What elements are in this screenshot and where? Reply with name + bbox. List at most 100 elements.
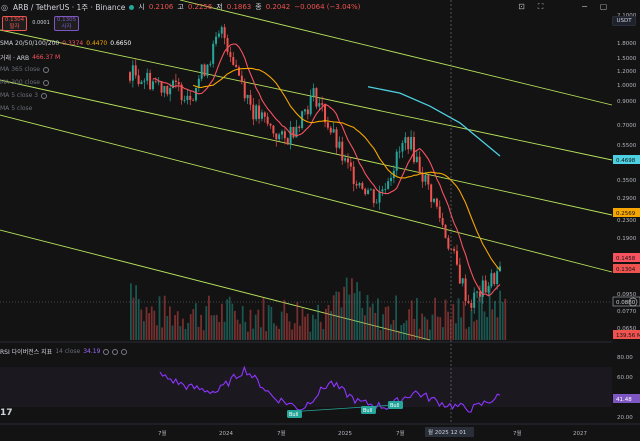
volume-bar — [241, 305, 244, 340]
candle-body — [255, 105, 258, 120]
volume-legend[interactable]: 거래 · ARB 466.37 M — [0, 53, 60, 62]
candle-body — [163, 85, 166, 93]
rsi-band — [0, 367, 612, 407]
rsi-params: 14 close — [55, 348, 81, 355]
volume-bar — [442, 327, 444, 340]
volume-bar — [301, 308, 304, 340]
ma300-legend[interactable]: MA 300 close — [0, 79, 50, 86]
candle-body — [306, 109, 309, 115]
candle-body — [410, 136, 413, 150]
volume-bar — [319, 321, 322, 340]
candle-body — [160, 81, 163, 93]
volume-bar — [210, 315, 213, 340]
candle-body — [369, 189, 372, 191]
maximize-icon[interactable]: ▢ — [599, 2, 608, 11]
volume-bar — [499, 290, 501, 340]
settings-icon[interactable] — [112, 348, 119, 355]
volume-bar — [275, 325, 278, 340]
ma365-legend[interactable]: MA 365 close — [0, 66, 50, 73]
buy-button[interactable]: 0.1305 사자 — [54, 16, 79, 31]
price-tick-label: 0.2300 — [617, 218, 637, 224]
volume-bar — [491, 309, 494, 340]
candle-body — [461, 278, 464, 284]
candle-body — [321, 103, 324, 105]
candle-body — [281, 131, 284, 135]
volume-bar — [371, 303, 374, 340]
sma20-value: 0.3374 — [62, 40, 84, 47]
volume-bar — [473, 321, 475, 340]
volume-bar — [400, 325, 403, 340]
currency-button[interactable]: USDT — [612, 16, 636, 26]
ma5-legend[interactable]: MA 5 close — [0, 105, 32, 112]
candle-body — [203, 64, 206, 76]
symbol-title[interactable]: ARB / TetherUS · 1주 · Binance — [13, 2, 125, 13]
volume-bar — [187, 322, 189, 340]
candle-body — [272, 125, 275, 134]
volume-bar — [340, 307, 343, 340]
volume-bar — [387, 306, 390, 340]
ma5-3-legend[interactable]: MA 5 close 3 — [0, 92, 48, 99]
volume-bar — [338, 291, 340, 340]
candle-body — [490, 273, 493, 287]
time-tick-label: 7월 — [277, 429, 286, 437]
volume-bar — [345, 277, 348, 340]
candle-body — [186, 95, 189, 101]
volume-bar — [447, 311, 449, 340]
candle-body — [263, 112, 266, 117]
volume-bar — [475, 319, 478, 340]
chart-canvas[interactable]: 2.10001.80001.50001.20001.00000.90000.70… — [0, 0, 640, 441]
price-tick-label: 1.8000 — [617, 41, 637, 47]
volume-bar — [478, 297, 481, 340]
volume-bar — [215, 314, 218, 340]
candle-body — [194, 87, 197, 101]
candle-body — [484, 280, 487, 293]
candle-body — [401, 143, 404, 152]
volume-bar — [169, 306, 171, 340]
candle-body — [387, 181, 390, 190]
volume-bar — [247, 331, 249, 340]
candle-body — [200, 64, 203, 79]
volume-bar — [314, 319, 317, 340]
candle-body — [240, 75, 243, 83]
volume-bar — [397, 330, 400, 340]
sma-legend[interactable]: SMA 20/50/100/200 0.3374 0.4470 0.6650 — [0, 40, 131, 47]
candle-body — [372, 189, 375, 203]
fullscreen-icon[interactable]: ⛶ — [536, 2, 545, 11]
camera-icon[interactable]: ⊡ — [517, 2, 526, 11]
visibility-icon[interactable] — [103, 348, 110, 355]
volume-bar — [483, 311, 486, 340]
close-icon[interactable] — [121, 348, 128, 355]
candle-body — [131, 65, 134, 81]
price-badge-label: 139.56 M — [616, 333, 640, 339]
visibility-icon[interactable] — [41, 92, 48, 99]
volume-bar — [265, 331, 267, 340]
volume-bar — [202, 330, 205, 340]
volume-bar — [176, 311, 179, 340]
time-cursor-label: 월 2025 12 01 — [428, 428, 466, 436]
candle-body — [424, 175, 427, 182]
candle-body — [478, 291, 481, 297]
volume-bar — [494, 300, 496, 340]
volume-bar — [358, 291, 361, 340]
ma5-label: MA 5 close — [0, 105, 33, 112]
market-status-icon — [129, 4, 135, 10]
spread-value: 0.0001 — [32, 20, 50, 26]
minimize-icon[interactable]: − — [580, 2, 589, 11]
sell-button[interactable]: 0.1304 팔자 — [2, 16, 27, 31]
volume-bar — [488, 285, 491, 340]
tradingview-logo[interactable]: 17 — [0, 408, 13, 418]
change-value: −0.0064 (−3.04%) — [294, 3, 361, 11]
candle-body — [283, 131, 286, 139]
candle-body — [470, 303, 473, 308]
volume-bar — [384, 306, 387, 340]
volume-bar — [327, 304, 330, 340]
candle-body — [346, 158, 349, 163]
chart-header: ◎ ARB / TetherUS · 1주 · Binance 시 0.2106 … — [0, 0, 360, 14]
visibility-icon[interactable] — [43, 66, 50, 73]
visibility-icon[interactable] — [43, 79, 50, 86]
candle-body — [464, 278, 467, 302]
rsi-legend[interactable]: RSI 다이버전스 지표 14 close 34.19 — [0, 347, 128, 356]
candle-body — [183, 100, 186, 101]
candle-body — [455, 250, 458, 265]
volume-bar — [145, 307, 148, 340]
